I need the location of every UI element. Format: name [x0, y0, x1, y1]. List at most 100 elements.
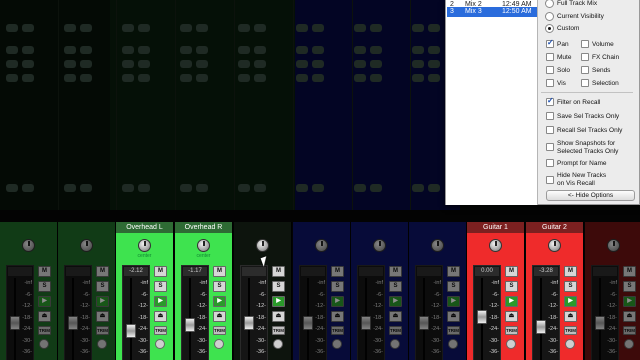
trim-button[interactable]: TRIM	[623, 326, 636, 335]
solo-button[interactable]: S	[447, 281, 460, 292]
track-name[interactable]: Overhead L	[116, 222, 173, 233]
fx-icon[interactable]	[214, 339, 224, 349]
track-name[interactable]: Guitar 2	[526, 222, 583, 233]
fx-icon[interactable]	[448, 339, 458, 349]
phase-icon[interactable]: ⏏	[38, 311, 51, 322]
fader-handle[interactable]	[361, 316, 371, 330]
record-arm-play-icon[interactable]: ▶	[96, 296, 109, 307]
record-arm-play-icon[interactable]: ▶	[447, 296, 460, 307]
mute-button[interactable]: M	[623, 266, 636, 277]
fader-handle[interactable]	[185, 318, 195, 332]
solo-button[interactable]: S	[154, 281, 167, 292]
checkbox-selection[interactable]	[581, 79, 589, 87]
volume-fader[interactable]: -inf-6--12--18--24--30--36--42-	[357, 265, 385, 360]
mute-button[interactable]: M	[447, 266, 460, 277]
record-arm-play-icon[interactable]: ▶	[331, 296, 344, 307]
volume-fader[interactable]: 0.00-inf-6--12--18--24--30--36--42-	[473, 265, 501, 360]
trim-button[interactable]: TRIM	[447, 326, 460, 335]
radio-full-track-mix[interactable]	[545, 0, 554, 8]
fx-icon[interactable]	[624, 339, 634, 349]
solo-button[interactable]: S	[331, 281, 344, 292]
fx-icon[interactable]	[565, 339, 575, 349]
mute-button[interactable]: M	[564, 266, 577, 277]
fx-icon[interactable]	[155, 339, 165, 349]
fx-icon[interactable]	[39, 339, 49, 349]
fx-icon[interactable]	[332, 339, 342, 349]
fader-handle[interactable]	[595, 316, 605, 330]
hide-options-button[interactable]: <- Hide Options	[546, 190, 635, 201]
track-name[interactable]: Guitar 1	[467, 222, 524, 233]
phase-icon[interactable]: ⏏	[96, 311, 109, 322]
solo-button[interactable]: S	[564, 281, 577, 292]
phase-icon[interactable]: ⏏	[213, 311, 226, 322]
mixer-channel-strip[interactable]: Overhead Rcenter -1.17 -inf -6- -12- -18- -24-…	[175, 222, 233, 360]
fx-icon[interactable]	[97, 339, 107, 349]
pan-knob-icon[interactable]	[256, 239, 269, 252]
phase-icon[interactable]: ⏏	[564, 311, 577, 322]
fader-handle[interactable]	[68, 316, 78, 330]
radio-custom[interactable]	[545, 24, 554, 33]
mute-button[interactable]: M	[331, 266, 344, 277]
volume-readout[interactable]: -3.28	[534, 267, 558, 276]
phase-icon[interactable]: ⏏	[389, 311, 402, 322]
dimmed-channel-strip[interactable]: -inf-6--12--18--24--30--36--42- M S ▶ ⏏ …	[293, 222, 351, 360]
fader-handle[interactable]	[303, 316, 313, 330]
trim-button[interactable]: TRIM	[389, 326, 402, 335]
dimmed-channel-strip[interactable]: -inf-6--12--18--24--30--36--42- M S ▶ ⏏ …	[58, 222, 116, 360]
pan-knob-icon[interactable]	[548, 239, 561, 252]
fx-icon[interactable]	[506, 339, 516, 349]
checkbox-vis[interactable]	[546, 79, 554, 87]
dimmed-channel-strip[interactable]: -inf-6--12--18--24--30--36--42- M S ▶ ⏏ …	[351, 222, 409, 360]
record-arm-play-icon[interactable]: ▶	[38, 296, 51, 307]
checkbox-volume[interactable]	[581, 40, 589, 48]
trim-button[interactable]: TRIM	[96, 326, 109, 335]
mute-button[interactable]: M	[389, 266, 402, 277]
trim-button[interactable]: TRIM	[154, 326, 167, 335]
record-arm-play-icon[interactable]: ▶	[154, 296, 167, 307]
volume-fader[interactable]: -inf-6--12--18--24--30--36--42-	[240, 265, 268, 360]
solo-button[interactable]: S	[389, 281, 402, 292]
solo-button[interactable]: S	[272, 281, 285, 292]
checkbox-filter-on-recall[interactable]	[546, 96, 554, 106]
pan-knob-icon[interactable]	[431, 239, 444, 252]
fx-icon[interactable]	[273, 339, 283, 349]
pan-knob-icon[interactable]	[489, 239, 502, 252]
record-arm-play-icon[interactable]: ▶	[272, 296, 285, 307]
solo-button[interactable]: S	[38, 281, 51, 292]
checkbox-solo[interactable]	[546, 66, 554, 74]
volume-fader[interactable]: -inf-6--12--18--24--30--36--42-	[64, 265, 92, 360]
mute-button[interactable]: M	[154, 266, 167, 277]
fader-handle[interactable]	[10, 316, 20, 330]
mute-button[interactable]: M	[272, 266, 285, 277]
radio-current-visibility[interactable]	[545, 12, 554, 21]
volume-fader[interactable]: -inf-6--12--18--24--30--36--42-	[6, 265, 34, 360]
phase-icon[interactable]: ⏏	[623, 311, 636, 322]
record-arm-play-icon[interactable]: ▶	[564, 296, 577, 307]
pan-knob-icon[interactable]	[315, 239, 328, 252]
checkbox-show-snapshots-selected[interactable]	[546, 143, 554, 151]
dimmed-channel-strip[interactable]: -inf-6--12--18--24--30--36--42- M S ▶ ⏏ …	[0, 222, 58, 360]
mute-button[interactable]: M	[96, 266, 109, 277]
fx-icon[interactable]	[390, 339, 400, 349]
checkbox-prompt-for-name[interactable]	[546, 159, 554, 167]
dimmed-channel-strip[interactable]: -inf-6--12--18--24--30--36--42- M S ▶ ⏏ …	[234, 222, 292, 360]
volume-readout[interactable]: 0.00	[475, 267, 499, 276]
trim-button[interactable]: TRIM	[272, 326, 285, 335]
solo-button[interactable]: S	[623, 281, 636, 292]
volume-fader[interactable]: -inf-6--12--18--24--30--36--42-	[415, 265, 443, 360]
fader-handle[interactable]	[244, 316, 254, 330]
fader-handle[interactable]	[477, 310, 487, 324]
fader-handle[interactable]	[419, 316, 429, 330]
record-arm-play-icon[interactable]: ▶	[505, 296, 518, 307]
solo-button[interactable]: S	[505, 281, 518, 292]
solo-button[interactable]: S	[213, 281, 226, 292]
mixer-channel-strip[interactable]: Overhead Lcenter -2.12 -inf -6- -12- -18- -24-…	[116, 222, 174, 360]
checkbox-pan[interactable]	[546, 38, 554, 48]
volume-fader[interactable]: -3.28-inf-6--12--18--24--30--36--42-	[532, 265, 560, 360]
phase-icon[interactable]: ⏏	[447, 311, 460, 322]
pan-knob-icon[interactable]	[373, 239, 386, 252]
phase-icon[interactable]: ⏏	[154, 311, 167, 322]
phase-icon[interactable]: ⏏	[331, 311, 344, 322]
trim-button[interactable]: TRIM	[564, 326, 577, 335]
solo-button[interactable]: S	[96, 281, 109, 292]
